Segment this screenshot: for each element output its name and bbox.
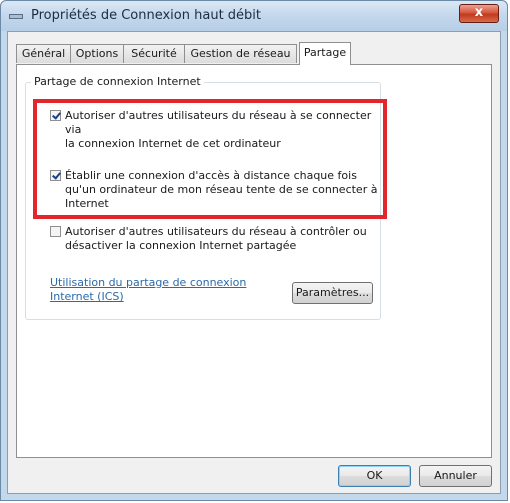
ok-button[interactable]: OK [338,465,411,487]
cancel-button[interactable]: Annuler [419,465,492,487]
window-title: Propriétés de Connexion haut débit [31,8,262,23]
settings-button[interactable]: Paramètres... [292,282,373,304]
checkbox-allow-control[interactable] [50,226,61,237]
option-allow-control-label: Autoriser d'autres utilisateurs du résea… [65,225,367,253]
ics-group-label: Partage de connexion Internet [31,75,204,88]
option-allow-control[interactable]: Autoriser d'autres utilisateurs du résea… [50,225,380,255]
ics-help-link[interactable]: Utilisation du partage de connexion Inte… [50,276,280,304]
tab-panel-partage: Partage de connexion Internet Autoriser … [16,64,492,458]
option-allow-control-line1: Autoriser d'autres utilisateurs du résea… [65,225,367,238]
dialog-client-area: Général Options Sécurité Gestion de rése… [7,31,501,494]
highlight-box [33,99,387,219]
title-bar[interactable]: Propriétés de Connexion haut débit x [1,1,507,31]
network-connection-icon [9,14,23,19]
tab-gestion-reseau[interactable]: Gestion de réseau [184,44,297,63]
tab-partage[interactable]: Partage [299,42,351,65]
tab-options[interactable]: Options [70,44,124,63]
properties-window: Propriétés de Connexion haut débit x Gén… [0,0,508,501]
option-allow-control-line2: désactiver la connexion Internet partagé… [65,239,297,252]
tab-securite[interactable]: Sécurité [123,44,185,63]
tab-general[interactable]: Général [16,44,71,63]
close-button[interactable]: x [459,4,499,23]
close-icon: x [474,5,484,20]
